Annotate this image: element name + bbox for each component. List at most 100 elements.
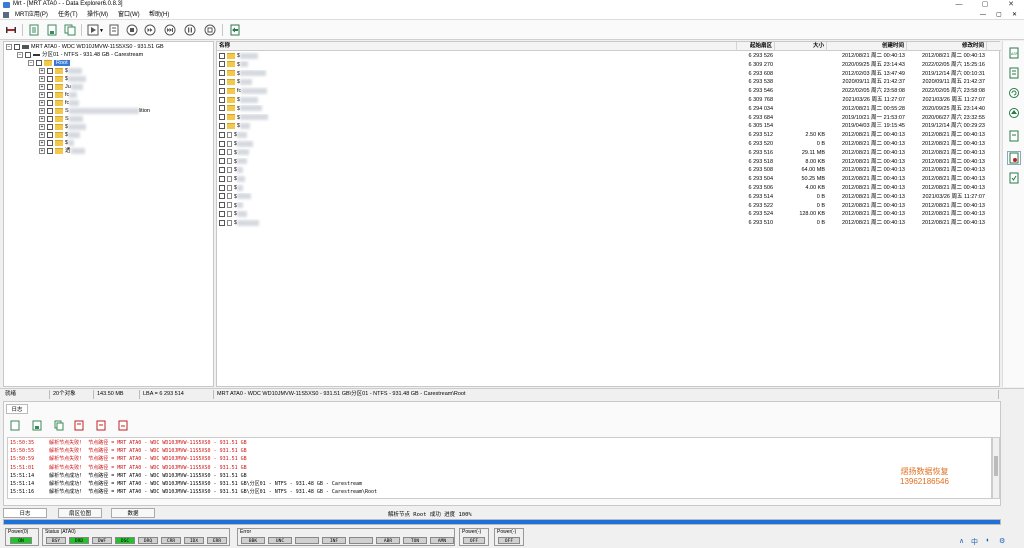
checkbox[interactable] bbox=[25, 51, 31, 58]
checkbox[interactable] bbox=[219, 78, 225, 85]
tree-node-folder[interactable]: + $ bbox=[39, 67, 83, 75]
menu-mrt-app[interactable]: MRT应用(P) bbox=[15, 10, 48, 20]
table-row[interactable]: fc 6 293 546 2022/02/05 周六 23:58:08 2022/02… bbox=[217, 87, 1001, 96]
tray-moon-icon[interactable]: ◐ bbox=[986, 537, 990, 544]
exit-button[interactable] bbox=[228, 23, 242, 37]
checkbox[interactable] bbox=[47, 147, 53, 154]
side-refresh-button[interactable] bbox=[1007, 86, 1021, 100]
tree-node-folder[interactable]: + S bbox=[39, 115, 83, 123]
checkbox[interactable] bbox=[47, 123, 53, 130]
tree-node-root[interactable]: − Root bbox=[28, 59, 70, 67]
checkbox[interactable] bbox=[219, 193, 225, 200]
save-button[interactable] bbox=[45, 23, 59, 37]
tree-node-folder[interactable]: + $ bbox=[39, 139, 75, 147]
log-filter-button[interactable] bbox=[96, 420, 106, 431]
log-duplicate-button[interactable] bbox=[54, 420, 64, 431]
checkbox[interactable] bbox=[47, 131, 53, 138]
checkbox[interactable] bbox=[47, 91, 53, 98]
column-header-name[interactable]: 名称 bbox=[217, 42, 737, 51]
checkbox[interactable] bbox=[47, 107, 53, 114]
open-button[interactable] bbox=[27, 23, 41, 37]
pause-button[interactable] bbox=[183, 23, 197, 37]
expand-toggle[interactable]: + bbox=[39, 91, 45, 98]
collapse-toggle[interactable]: − bbox=[28, 59, 34, 66]
table-row[interactable]: $6 294 034 2012/08/21 周二 00:55:28 2020/09/… bbox=[217, 105, 1001, 114]
table-row[interactable]: $6 293 512 2.50 KB 2012/08/21 周二 00:40:13 2… bbox=[217, 131, 1001, 140]
close-button[interactable]: ✕ bbox=[998, 0, 1024, 10]
column-header-sector[interactable]: 起始扇区 bbox=[737, 42, 775, 51]
checkbox[interactable] bbox=[47, 99, 53, 106]
table-row[interactable]: $6 293 514 0 B 2012/08/21 周二 00:40:13 2021/… bbox=[217, 193, 1001, 202]
checkbox[interactable] bbox=[219, 96, 225, 103]
tree-node-folder[interactable]: + 透 bbox=[39, 147, 85, 155]
checkbox[interactable] bbox=[36, 59, 42, 66]
expand-toggle[interactable]: + bbox=[39, 75, 45, 82]
tab-log[interactable]: 日志 bbox=[3, 508, 47, 518]
column-header-created[interactable]: 创建时间 bbox=[827, 42, 907, 51]
scroll-thumb[interactable] bbox=[994, 456, 998, 476]
checkbox[interactable] bbox=[219, 184, 225, 191]
disk-select-button[interactable] bbox=[4, 23, 18, 37]
checkbox[interactable] bbox=[47, 83, 53, 90]
table-row[interactable]: $6 293 504 50.25 MB 2012/08/21 周二 00:40:13… bbox=[217, 175, 1001, 184]
mdi-restore-button[interactable]: ▢ bbox=[996, 10, 1002, 20]
checkbox[interactable] bbox=[219, 61, 225, 68]
expand-toggle[interactable]: + bbox=[39, 147, 45, 154]
checkbox[interactable] bbox=[47, 139, 53, 146]
expand-toggle[interactable]: + bbox=[39, 107, 45, 114]
table-row[interactable]: $6 293 510 0 B 2012/08/21 周二 00:40:13 2012/… bbox=[217, 219, 1001, 228]
checkbox[interactable] bbox=[47, 115, 53, 122]
checkbox[interactable] bbox=[219, 166, 225, 173]
report-button[interactable] bbox=[107, 23, 121, 37]
mdi-minimize-button[interactable]: — bbox=[980, 10, 986, 20]
checkbox[interactable] bbox=[14, 43, 20, 50]
menu-task[interactable]: 任务(T) bbox=[58, 10, 78, 20]
checkbox[interactable] bbox=[219, 114, 225, 121]
checkbox[interactable] bbox=[47, 75, 53, 82]
skip-button[interactable] bbox=[143, 23, 157, 37]
log-text[interactable]: 15:50:35 解析节点失败! 节点路径 = MRT ATA0 - WDC W… bbox=[7, 437, 992, 499]
menu-help[interactable]: 帮助(H) bbox=[149, 10, 169, 20]
tree-node-folder[interactable]: + fc bbox=[39, 91, 78, 99]
file-list[interactable]: 名称 起始扇区 大小 创建时间 修改时间 $6 293 526 2012/08/2… bbox=[216, 41, 1001, 387]
checkbox[interactable] bbox=[219, 149, 225, 156]
table-row[interactable]: $6 293 518 8.00 KB 2012/08/21 周二 00:40:13 2… bbox=[217, 158, 1001, 167]
checkbox[interactable] bbox=[219, 87, 225, 94]
menu-operate[interactable]: 操作(M) bbox=[87, 10, 108, 20]
table-row[interactable]: $6 293 506 4.00 KB 2012/08/21 周二 00:40:13 2… bbox=[217, 184, 1001, 193]
collapse-toggle[interactable]: − bbox=[6, 43, 12, 50]
table-row[interactable]: $6 293 522 0 B 2012/08/21 周二 00:40:13 2012/… bbox=[217, 202, 1001, 211]
stop-task-button[interactable] bbox=[203, 23, 217, 37]
column-header-size[interactable]: 大小 bbox=[775, 42, 827, 51]
expand-toggle[interactable]: + bbox=[39, 83, 45, 90]
table-row[interactable]: $6 293 608 2012/02/03 周五 13:47:49 2019/12/… bbox=[217, 70, 1001, 79]
log-scrollbar[interactable] bbox=[992, 437, 1000, 499]
chevron-down-icon[interactable]: ▼ bbox=[99, 28, 104, 34]
log-export-button[interactable] bbox=[118, 420, 128, 431]
table-row[interactable]: $6 293 508 64.00 MB 2012/08/21 周二 00:40:13… bbox=[217, 166, 1001, 175]
collapse-toggle[interactable]: − bbox=[17, 51, 23, 58]
table-row[interactable]: $6 293 538 2020/09/11 周五 21:42:37 2020/09/… bbox=[217, 78, 1001, 87]
tree-node-disk[interactable]: − MRT ATA0 - WDC WD10JMVW-11S5XS0 - 931.5… bbox=[6, 43, 164, 51]
fast-forward-button[interactable] bbox=[163, 23, 177, 37]
table-row[interactable]: $6 293 524 128.00 KB 2012/08/21 周二 00:40:1… bbox=[217, 210, 1001, 219]
tree-node-folder[interactable]: + $ bbox=[39, 75, 87, 83]
tab-sector-bitmap[interactable]: 扇区位图 bbox=[58, 508, 102, 518]
tray-ime-icon[interactable]: 中 bbox=[971, 537, 978, 547]
tray-chevron-icon[interactable]: ∧ bbox=[959, 537, 964, 545]
tree-node-folder[interactable]: + Slition bbox=[39, 107, 150, 115]
side-export-button[interactable] bbox=[1007, 171, 1021, 185]
checkbox[interactable] bbox=[219, 122, 225, 129]
checkbox[interactable] bbox=[219, 131, 225, 138]
copy-button[interactable] bbox=[63, 23, 77, 37]
log-save-button[interactable] bbox=[32, 420, 42, 431]
side-doc-button[interactable] bbox=[1007, 66, 1021, 80]
asf-button[interactable]: ASF bbox=[1007, 46, 1021, 60]
expand-toggle[interactable]: + bbox=[39, 131, 45, 138]
tree-node-partition[interactable]: − 分区01 - NTFS - 931.48 GB - Carestream bbox=[17, 51, 143, 59]
maximize-button[interactable]: ▢ bbox=[972, 0, 998, 10]
side-doc2-button[interactable] bbox=[1007, 129, 1021, 143]
table-row[interactable]: $6 305 154 2019/04/03 周三 19:15:45 2019/12/… bbox=[217, 122, 1001, 131]
side-up-button[interactable] bbox=[1007, 106, 1021, 120]
checkbox[interactable] bbox=[219, 52, 225, 59]
